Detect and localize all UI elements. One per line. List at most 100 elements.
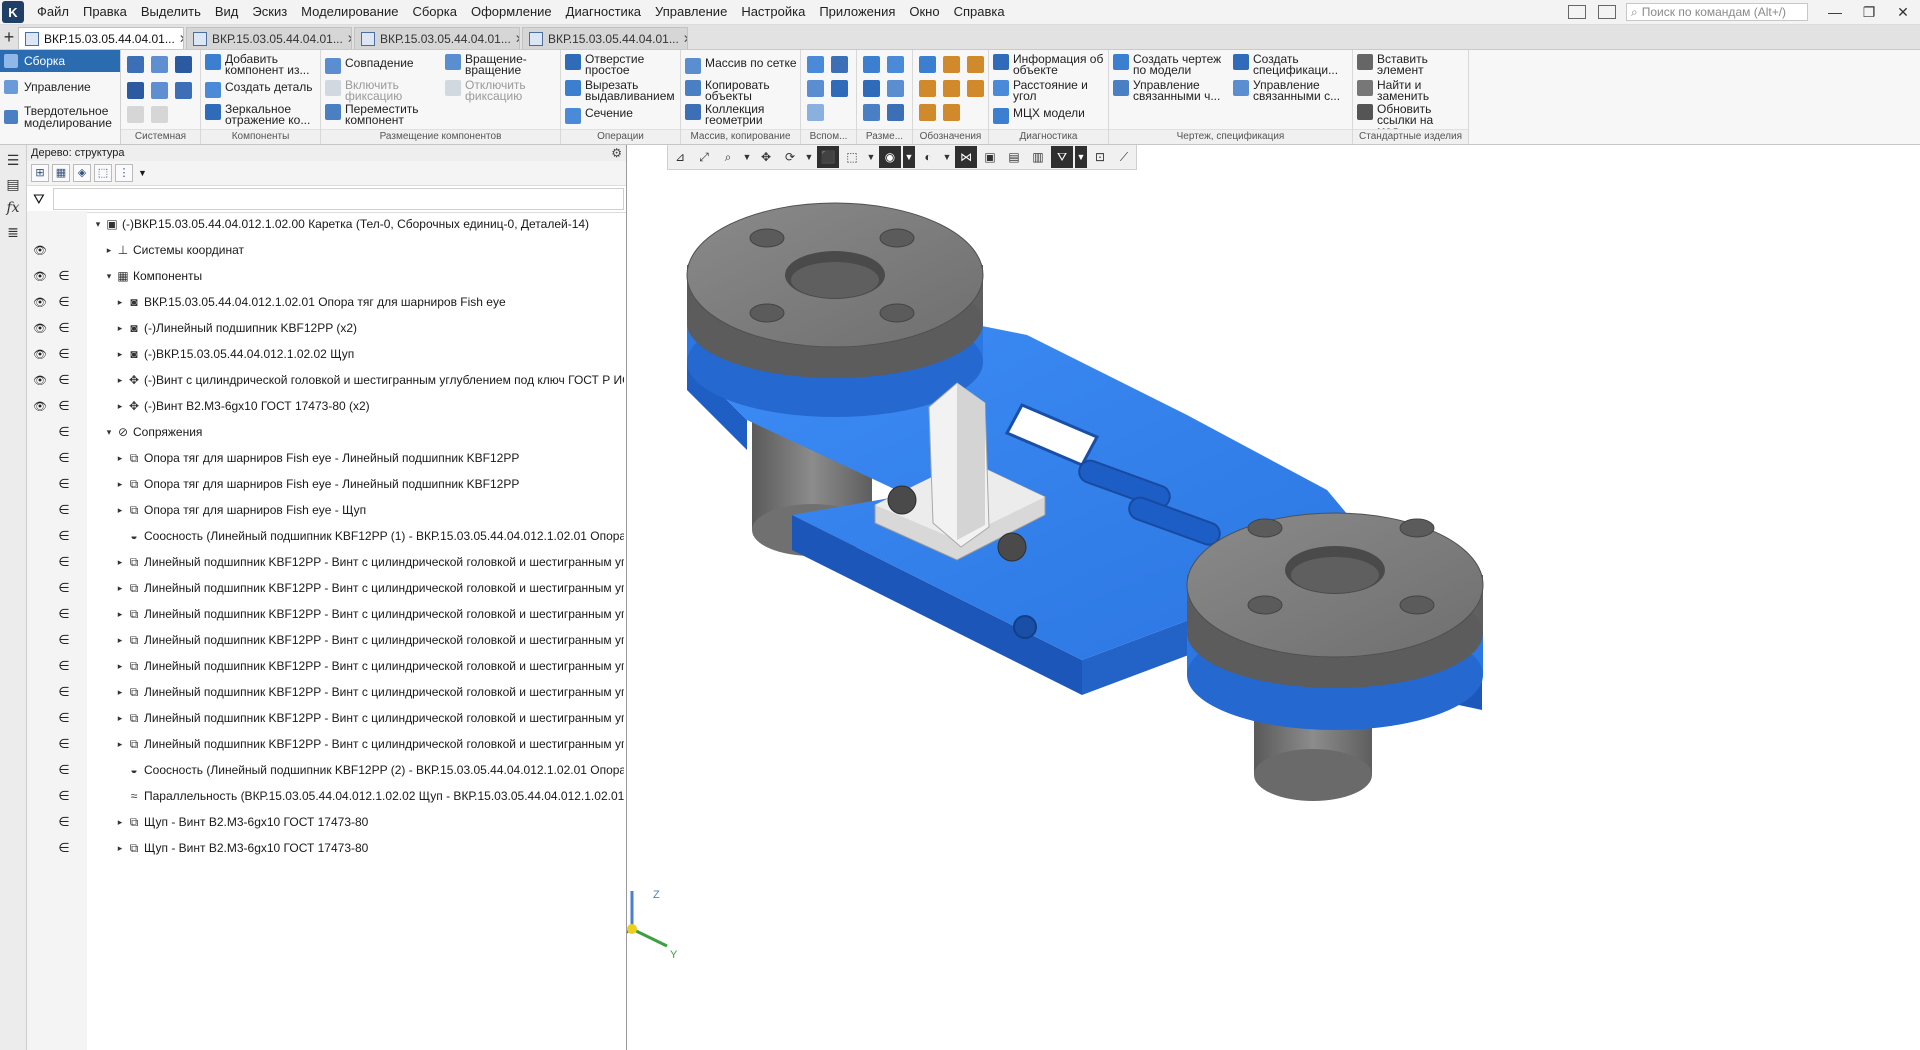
insert-element-button[interactable]: Вставить элемент <box>1357 53 1467 76</box>
tree-row[interactable]: 👁 ∈ ▸ ◙ ВКР.15.03.05.44.04.012.1.02.01 Опора… <box>27 289 626 315</box>
tree-row[interactable]: ∈ ▸ ⧉ Опора тяг для шарниров Fish eye - Лин… <box>27 445 626 471</box>
include-in-calc-icon[interactable]: ∈ <box>57 320 71 336</box>
chevron-right-icon[interactable]: ▸ <box>115 661 125 672</box>
rotation-button[interactable]: Вращение-вращение <box>445 53 557 76</box>
notation-base-icon[interactable] <box>967 56 984 73</box>
tree-view-filter-icon[interactable]: ⋮ <box>115 164 133 182</box>
chevron-right-icon[interactable]: ▸ <box>115 479 125 490</box>
include-in-calc-icon[interactable]: ∈ <box>57 502 71 518</box>
visibility-eye-icon[interactable]: 👁 <box>31 244 49 257</box>
tree-panel-icon[interactable]: ☰ <box>4 151 22 169</box>
tree-row[interactable]: ∈ ◒ Соосность (Линейный подшипник KBF12PP … <box>27 757 626 783</box>
chevron-down-icon[interactable]: ▼ <box>941 146 953 168</box>
include-in-calc-icon[interactable]: ∈ <box>57 268 71 284</box>
menu-item[interactable]: Приложения <box>812 0 902 24</box>
tree-search-input[interactable] <box>53 188 624 210</box>
model-viewport[interactable]: Z X Y ⊿ ⤢ ⌕ ▼ ✥ ⟳ ▼ ⬛ ⬚ ▼ ◉ ▼ ◐ ▼ ⋈ ▣ ▤ … <box>627 145 1920 1050</box>
close-window-button[interactable]: ✕ <box>1886 4 1920 21</box>
chevron-right-icon[interactable]: ▸ <box>115 739 125 750</box>
tree-row[interactable]: ∈ ▾ ⊘ Сопряжения <box>27 419 626 445</box>
include-in-calc-icon[interactable]: ∈ <box>57 606 71 622</box>
close-icon[interactable]: ✕ <box>679 32 687 46</box>
menu-item[interactable]: Управление <box>648 0 734 24</box>
include-in-calc-icon[interactable]: ∈ <box>57 788 71 804</box>
tree-row[interactable]: ∈ ▸ ⧉ Щуп - Винт В2.М3-6gx10 ГОСТ 17473-80 <box>27 809 626 835</box>
chevron-right-icon[interactable]: ▸ <box>115 375 125 386</box>
hole-button[interactable]: Отверстие простое <box>565 53 677 76</box>
aux-plane-icon[interactable] <box>831 56 848 73</box>
dim-angle-icon[interactable] <box>887 56 904 73</box>
document-tab[interactable]: ВКР.15.03.05.44.04.01...✕ <box>18 27 184 49</box>
notation-leader-icon[interactable] <box>919 56 936 73</box>
chevron-down-icon[interactable]: ▾ <box>104 427 114 438</box>
chevron-down-icon[interactable]: ▾ <box>104 271 114 282</box>
command-search-input[interactable]: ⌕ Поиск по командам (Alt+/) <box>1626 3 1808 21</box>
chevron-right-icon[interactable]: ▸ <box>115 453 125 464</box>
object-info-button[interactable]: Информация об объекте <box>993 53 1107 76</box>
create-spec-button[interactable]: Создать спецификаци... <box>1233 53 1351 76</box>
include-in-calc-icon[interactable]: ∈ <box>57 476 71 492</box>
layout-icon[interactable] <box>1568 5 1586 19</box>
chevron-right-icon[interactable]: ▸ <box>115 323 125 334</box>
chevron-right-icon[interactable]: ▸ <box>115 557 125 568</box>
pan-icon[interactable]: ✥ <box>755 146 777 168</box>
redo-icon[interactable] <box>151 106 168 123</box>
bearing-flange-right[interactable] <box>1186 512 1484 730</box>
menu-item[interactable]: Моделирование <box>294 0 405 24</box>
undo-icon[interactable] <box>127 106 144 123</box>
tree-row[interactable]: 👁 ∈ ▸ ◙ (-)ВКР.15.03.05.44.04.012.1.02.02 Щу… <box>27 341 626 367</box>
shaded-view-icon[interactable]: ⬛ <box>817 146 839 168</box>
aux-point-icon[interactable] <box>807 80 824 97</box>
menu-item[interactable]: Сборка <box>405 0 464 24</box>
chevron-down-icon[interactable]: ▼ <box>1075 146 1087 168</box>
hide-icon[interactable]: ◉ <box>879 146 901 168</box>
menu-item[interactable]: Правка <box>76 0 134 24</box>
array-grid-button[interactable]: Массив по сетке <box>685 57 797 74</box>
tree-row[interactable]: ∈ ▸ ⧉ Линейный подшипник KBF12PP - Винт с ц… <box>27 653 626 679</box>
tree-row[interactable]: ∈ ▸ ⧉ Линейный подшипник KBF12PP - Винт с ц… <box>27 627 626 653</box>
close-icon[interactable]: ✕ <box>511 32 519 46</box>
include-in-calc-icon[interactable]: ∈ <box>57 424 71 440</box>
save-icon[interactable] <box>175 56 192 73</box>
find-replace-button[interactable]: Найти и заменить <box>1357 79 1467 102</box>
include-in-calc-icon[interactable]: ∈ <box>57 736 71 752</box>
menu-item[interactable]: Настройка <box>734 0 812 24</box>
tree-row[interactable]: ∈ ▸ ⧉ Линейный подшипник KBF12PP - Винт с ц… <box>27 601 626 627</box>
tree-view-list-icon[interactable]: ▦ <box>52 164 70 182</box>
include-in-calc-icon[interactable]: ∈ <box>57 398 71 414</box>
menu-item[interactable]: Диагностика <box>559 0 648 24</box>
model-scene[interactable]: Z X Y <box>627 145 1920 1050</box>
chevron-right-icon[interactable]: ▸ <box>115 401 125 412</box>
visibility-eye-icon[interactable]: 👁 <box>31 270 49 283</box>
chevron-right-icon[interactable]: ▸ <box>115 817 125 828</box>
include-in-calc-icon[interactable]: ∈ <box>57 658 71 674</box>
include-in-calc-icon[interactable]: ∈ <box>57 450 71 466</box>
mode-assembly[interactable]: Сборка <box>0 50 120 72</box>
save-all-icon[interactable] <box>175 82 192 99</box>
add-component-button[interactable]: Добавить компонент из... <box>205 53 319 76</box>
chevron-right-icon[interactable]: ▸ <box>115 583 125 594</box>
tree-row[interactable]: 👁 ∈ ▸ ✥ (-)Винт В2.М3-6gx10 ГОСТ 17473-80 (x… <box>27 393 626 419</box>
extrude-cut-button[interactable]: Вырезать выдавливанием <box>565 79 677 102</box>
snap-icon[interactable]: ⊡ <box>1089 146 1111 168</box>
dim-linear-icon[interactable] <box>863 56 880 73</box>
include-in-calc-icon[interactable]: ∈ <box>57 554 71 570</box>
display-icon[interactable]: ▥ <box>1027 146 1049 168</box>
tree-view-parts-icon[interactable]: ◈ <box>73 164 91 182</box>
mirror-component-button[interactable]: Зеркальное отражение ко... <box>205 103 319 126</box>
chevron-down-icon[interactable]: ▼ <box>803 146 815 168</box>
create-drawing-button[interactable]: Создать чертеж по модели <box>1113 53 1231 76</box>
chevron-right-icon[interactable]: ▸ <box>115 609 125 620</box>
tree-row[interactable]: ∈ ◒ Соосность (Линейный подшипник KBF12PP … <box>27 523 626 549</box>
menu-item[interactable]: Эскиз <box>245 0 294 24</box>
mch-button[interactable]: МЦХ модели <box>993 107 1107 124</box>
filter-selection-icon[interactable]: ⛛ <box>1051 146 1073 168</box>
include-in-calc-icon[interactable]: ∈ <box>57 372 71 388</box>
open-icon[interactable] <box>151 56 168 73</box>
chevron-right-icon[interactable]: ▸ <box>115 297 125 308</box>
notation-position-icon[interactable] <box>919 104 936 121</box>
tree-view-structure-icon[interactable]: ⊞ <box>31 164 49 182</box>
include-in-calc-icon[interactable]: ∈ <box>57 684 71 700</box>
distance-angle-button[interactable]: Расстояние и угол <box>993 79 1107 102</box>
gear-icon[interactable]: ⚙ <box>611 145 622 161</box>
